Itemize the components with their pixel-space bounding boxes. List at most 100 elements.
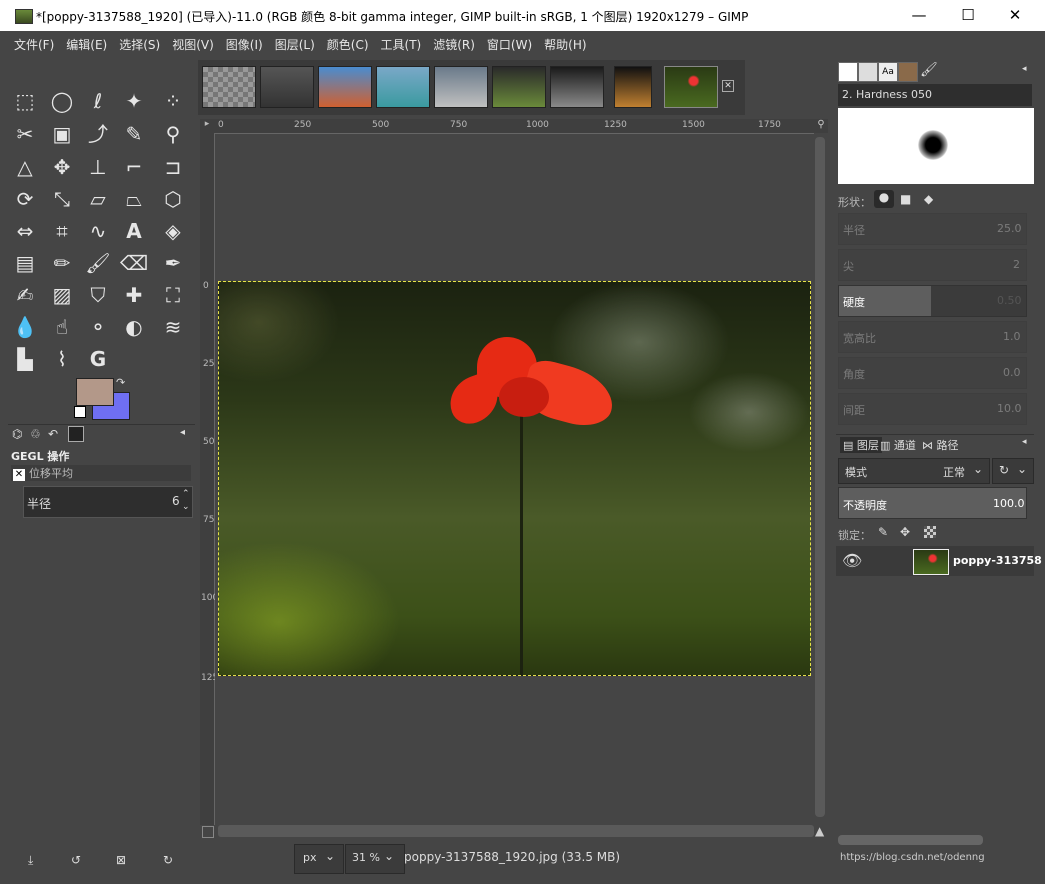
reset-colors-icon[interactable] (74, 406, 86, 418)
align-icon[interactable]: ⊥ (83, 152, 113, 182)
crop-icon[interactable]: ⌐ (119, 152, 149, 182)
move-icon[interactable]: ✥ (47, 152, 77, 182)
curve-graph-icon[interactable]: ⌇ (47, 344, 77, 374)
menu-tools[interactable]: 工具(T) (375, 36, 428, 53)
delete-tool-preset-icon[interactable]: ⊠ (116, 853, 126, 867)
zoom-fit-icon[interactable]: ⚲ (814, 119, 828, 133)
brush-editor-tab-icon[interactable]: 🖌 (920, 62, 938, 78)
shear-icon[interactable]: ▱ (83, 184, 113, 214)
reset-tool-options-icon[interactable]: ↻ (163, 853, 173, 867)
measure-icon[interactable]: △ (10, 152, 40, 182)
rotate-icon[interactable]: ⟳ (10, 184, 40, 214)
image-canvas-poppy[interactable] (218, 281, 811, 676)
patterns-tab-icon[interactable] (858, 62, 878, 82)
blur-sharpen-icon[interactable]: 💧 (10, 312, 40, 342)
unit-select[interactable]: px ⌄ (294, 844, 344, 874)
layer-row[interactable]: 👁 poppy-313758 (836, 546, 1042, 576)
shape-diamond-icon[interactable]: ◆ (924, 192, 933, 206)
foreground-select-icon[interactable]: ▣ (47, 119, 77, 149)
fuzzy-select-icon[interactable]: ✦ (119, 86, 149, 116)
angle-slider[interactable]: 角度 0.0 (838, 357, 1027, 389)
menu-view[interactable]: 视图(V) (166, 36, 220, 53)
images-tab-icon[interactable] (68, 426, 84, 442)
tool-options-tab-icon[interactable]: ⌬ (12, 427, 22, 441)
text-tool-icon[interactable]: A (119, 216, 149, 246)
levels-icon[interactable]: ▙ (10, 344, 40, 374)
swap-colors-icon[interactable]: ↷ (116, 376, 125, 389)
close-icon[interactable]: ✕ (13, 469, 25, 481)
image-tab-8[interactable] (614, 66, 652, 108)
bucket-fill-icon[interactable]: ◈ (158, 216, 188, 246)
vertical-scroll-thumb[interactable] (815, 137, 825, 817)
image-tab-active[interactable] (664, 66, 718, 108)
panel-menu-icon[interactable]: ◂ (1022, 64, 1027, 74)
layers-horizontal-scrollbar[interactable] (838, 835, 983, 845)
lock-position-icon[interactable]: ✥ (900, 525, 910, 539)
horizontal-scrollbar[interactable] (218, 825, 814, 837)
undo-history-tab-icon[interactable]: ↶ (48, 427, 58, 441)
spacing-slider[interactable]: 间距 10.0 (838, 393, 1027, 425)
airbrush-icon[interactable]: ✒ (158, 248, 188, 278)
menu-edit[interactable]: 编辑(E) (60, 36, 113, 53)
panel-menu-icon[interactable]: ◂ (1022, 437, 1027, 447)
menu-image[interactable]: 图像(I) (220, 36, 269, 53)
eraser-icon[interactable]: ⌫ (119, 248, 149, 278)
image-tab-7[interactable] (550, 66, 604, 108)
paths-icon[interactable]: ⤴ (83, 119, 113, 149)
spin-down-icon[interactable]: ⌄ (182, 502, 190, 512)
clone-icon[interactable]: ⛉ (83, 280, 113, 310)
layer-mode-select[interactable]: 模式 正常 ⌄ (838, 458, 990, 484)
save-tool-preset-icon[interactable]: ⤓ (28, 853, 33, 868)
brushes-tab-icon[interactable] (838, 62, 858, 82)
minimize-button[interactable]: — (896, 0, 942, 31)
panel-menu-icon[interactable]: ◂ (180, 427, 185, 438)
eye-icon[interactable]: 👁 (842, 551, 862, 570)
menu-filters[interactable]: 滤镜(R) (427, 36, 481, 53)
tab-paths[interactable]: ⋈ 路径 (922, 437, 959, 453)
foreground-color-swatch[interactable] (76, 378, 114, 406)
zoom-icon[interactable]: ⚲ (158, 119, 188, 149)
fonts-tab-icon[interactable]: Aa (878, 62, 898, 82)
device-status-tab-icon[interactable]: ♲ (30, 427, 41, 441)
close-button[interactable]: ✕ (992, 0, 1038, 31)
ink-icon[interactable]: ✍ (10, 280, 40, 310)
composite-mode-select[interactable]: ↻ ⌄ (992, 458, 1034, 484)
menu-windows[interactable]: 窗口(W) (481, 36, 538, 53)
smudge-icon[interactable]: ☝ (47, 312, 77, 342)
ellipse-select-icon[interactable]: ◯ (47, 86, 77, 116)
menu-colors[interactable]: 颜色(C) (321, 36, 375, 53)
warp-transform-icon[interactable]: ∿ (83, 216, 113, 246)
perspective-icon[interactable]: ⏢ (119, 184, 149, 214)
maximize-button[interactable]: ☐ (945, 0, 991, 31)
navigate-icon[interactable]: ▲ (815, 824, 824, 838)
rect-select-icon[interactable]: ⬚ (10, 86, 40, 116)
image-tab-4[interactable] (376, 66, 430, 108)
color-balance-icon[interactable]: ◐ (119, 312, 149, 342)
unified-transform-icon[interactable]: ⊐ (158, 152, 188, 182)
paintbrush-icon[interactable]: 🖌 (83, 248, 113, 278)
gradient-icon[interactable]: ▤ (10, 248, 40, 278)
scale-icon[interactable]: ⤡ (47, 184, 77, 214)
menu-file[interactable]: 文件(F) (8, 36, 60, 53)
tab-layers[interactable]: ▤ 图层 (840, 437, 882, 453)
gegl-operation-icon[interactable]: G (83, 344, 113, 374)
lock-pixels-icon[interactable]: ✎ (878, 525, 888, 539)
image-tab-1[interactable] (202, 66, 256, 108)
vertical-scrollbar[interactable] (813, 137, 827, 823)
3d-transform-icon[interactable]: ⬡ (158, 184, 188, 214)
dodge-burn-icon[interactable]: ⚬ (83, 312, 113, 342)
close-tab-icon[interactable]: ✕ (722, 80, 734, 92)
hardness-slider[interactable]: 硬度 0.50 (838, 285, 1027, 317)
curves-icon[interactable]: ≋ (158, 312, 188, 342)
pencil-icon[interactable]: ✏ (47, 248, 77, 278)
image-tab-5[interactable] (434, 66, 488, 108)
lock-alpha-icon[interactable] (924, 526, 936, 538)
color-picker-icon[interactable]: ✎ (119, 119, 149, 149)
ruler-corner-icon[interactable]: ▸ (200, 119, 214, 133)
select-by-color-icon[interactable]: ⁘ (158, 86, 188, 116)
shape-circle-icon[interactable]: ● (874, 190, 894, 208)
menu-help[interactable]: 帮助(H) (538, 36, 592, 53)
zoom-select[interactable]: 31 % ⌄ (345, 844, 405, 874)
restore-tool-preset-icon[interactable]: ↺ (71, 853, 81, 867)
mypaint-brush-icon[interactable]: ▨ (47, 280, 77, 310)
